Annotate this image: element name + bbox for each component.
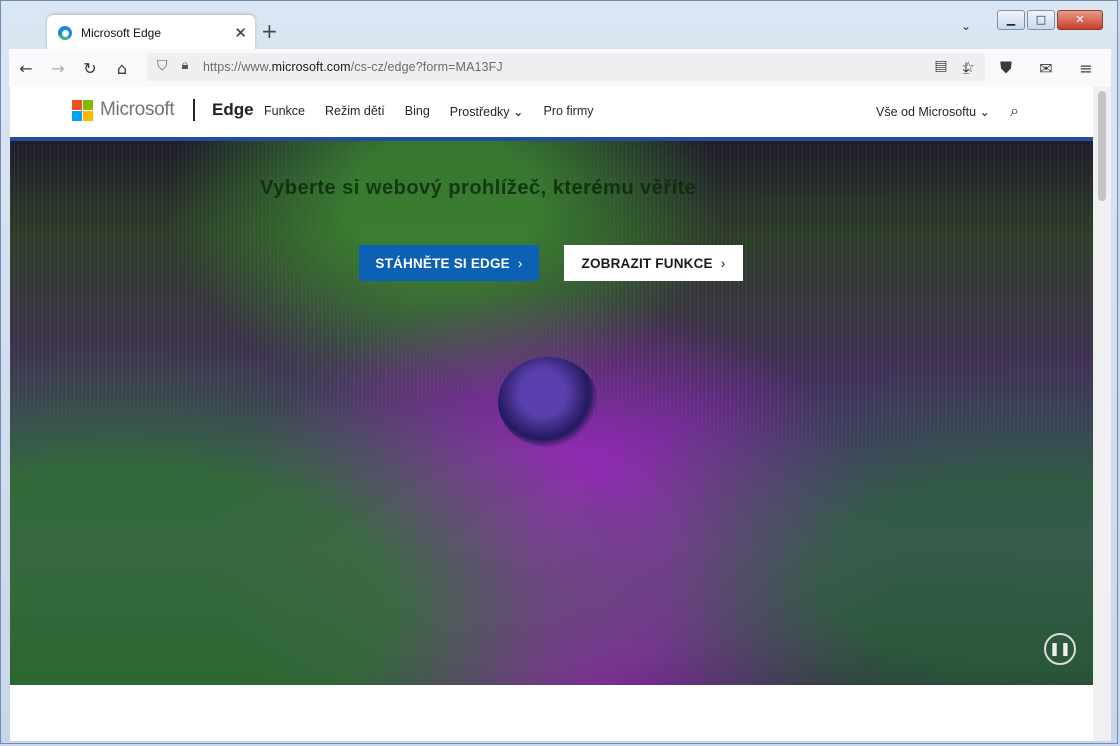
show-features-button[interactable]: ZOBRAZIT FUNKCE › <box>564 245 743 281</box>
pause-icon[interactable]: ❚❚ <box>1044 633 1076 665</box>
tab-title: Microsoft Edge <box>81 26 162 40</box>
nav-item-pro-firmy[interactable]: Pro firmy <box>544 104 594 119</box>
scrollbar-thumb[interactable] <box>1098 91 1106 201</box>
chevron-right-icon: › <box>517 255 523 271</box>
search-icon[interactable]: ⌕ <box>1010 101 1019 121</box>
back-icon[interactable]: ← <box>11 53 41 83</box>
chevron-down-icon: ⌄ <box>979 105 991 119</box>
reload-icon[interactable]: ↻ <box>75 53 105 83</box>
chevron-down-icon: ⌄ <box>513 105 524 119</box>
menu-icon[interactable]: ≡ <box>1071 53 1101 83</box>
page-scrollbar[interactable] <box>1093 87 1111 741</box>
brand-name: Microsoft <box>100 99 175 120</box>
edge-icon <box>58 26 72 40</box>
maximize-button[interactable]: □ <box>1027 10 1055 30</box>
edge-globe-image <box>498 357 598 447</box>
url-text[interactable]: https://www.microsoft.com/cs-cz/edge?for… <box>203 60 503 74</box>
page-below-hero <box>10 685 1093 741</box>
nav-item-rezim-deti[interactable]: Režim dětí <box>325 104 385 119</box>
nav-item-funkce[interactable]: Funkce <box>264 104 305 119</box>
window-controls: ▁ □ ✕ <box>997 10 1103 30</box>
download-edge-button[interactable]: STÁHNĚTE SI EDGE › <box>359 245 539 281</box>
close-tab-icon[interactable]: ✕ <box>234 24 247 42</box>
nav-item-bing[interactable]: Bing <box>405 104 430 119</box>
mail-icon[interactable]: ✉ <box>1031 53 1061 83</box>
nav-all-microsoft[interactable]: Vše od Microsoftu ⌄ <box>876 104 990 119</box>
shield-extension-icon[interactable]: ⛊ <box>991 53 1021 83</box>
browser-window: Microsoft Edge ✕ + ⌄ ▁ □ ✕ ← → ↻ ⌂ ⛉ 🔒︎ … <box>0 0 1118 744</box>
tracking-shield-icon[interactable]: ⛉ <box>157 58 168 74</box>
reader-view-icon[interactable]: ▤ <box>934 58 947 76</box>
microsoft-logo[interactable]: Microsoft <box>72 99 175 121</box>
hero-heading: Vyberte si webový prohlížeč, kterému věř… <box>260 177 697 199</box>
forward-icon[interactable]: → <box>43 53 73 83</box>
minimize-button[interactable]: ▁ <box>997 10 1025 30</box>
header-divider <box>193 99 195 121</box>
lock-icon[interactable]: 🔒︎ <box>182 58 189 74</box>
site-nav: Funkce Režim dětí Bing Prostředky ⌄ Pro … <box>264 104 594 119</box>
nav-item-prostredky[interactable]: Prostředky ⌄ <box>450 104 524 119</box>
hero-top-stripe <box>10 137 1093 141</box>
navigation-toolbar: ← → ↻ ⌂ ⛉ 🔒︎ https://www.microsoft.com/c… <box>9 49 1111 88</box>
close-window-button[interactable]: ✕ <box>1057 10 1103 30</box>
web-page: Microsoft Edge Funkce Režim dětí Bing Pr… <box>10 87 1093 741</box>
chevron-down-icon[interactable]: ⌄ <box>961 19 971 33</box>
address-bar[interactable]: ⛉ 🔒︎ https://www.microsoft.com/cs-cz/edg… <box>147 53 985 81</box>
home-icon[interactable]: ⌂ <box>107 53 137 83</box>
tab-microsoft-edge[interactable]: Microsoft Edge ✕ <box>47 15 255 51</box>
microsoft-squares-icon <box>72 99 93 121</box>
tab-strip: Microsoft Edge ✕ + ⌄ ▁ □ ✕ <box>9 7 1109 51</box>
download-icon[interactable]: ⤓ <box>951 53 981 83</box>
site-header: Microsoft Edge Funkce Režim dětí Bing Pr… <box>10 87 1093 137</box>
new-tab-icon[interactable]: + <box>261 19 278 43</box>
chevron-right-icon: › <box>720 255 726 271</box>
product-name[interactable]: Edge <box>212 100 254 120</box>
hero-banner: Vyberte si webový prohlížeč, kterému věř… <box>10 137 1093 685</box>
